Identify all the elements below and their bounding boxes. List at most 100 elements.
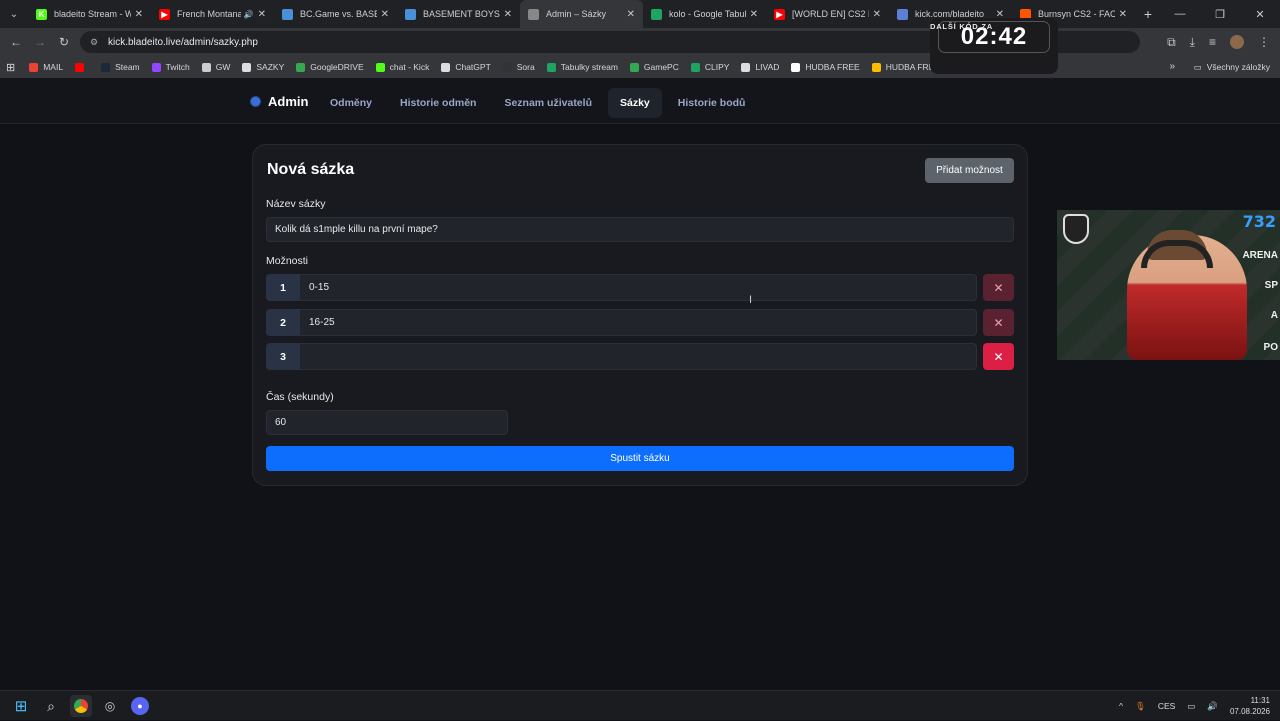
tab-close-icon[interactable]: ✕ bbox=[504, 9, 512, 20]
bookmark-label: Tabulky stream bbox=[560, 62, 618, 72]
option-input[interactable]: 16-25 bbox=[300, 309, 977, 336]
webcam-side-text: PO bbox=[1263, 342, 1278, 353]
tab-title: Admin – Sázky bbox=[546, 9, 607, 19]
taskbar-clock[interactable]: 11:31 07.08.2026 bbox=[1230, 695, 1270, 717]
network-icon[interactable]: ▭ bbox=[1187, 701, 1195, 712]
tab-search-chevron-icon[interactable]: ⌄ bbox=[0, 0, 28, 28]
nav-link[interactable]: Sázky bbox=[607, 88, 662, 118]
tab-favicon-icon bbox=[405, 8, 416, 20]
bookmark-item[interactable]: GW bbox=[201, 62, 231, 72]
bookmarks-overflow-icon[interactable]: » bbox=[1169, 56, 1175, 78]
profile-avatar[interactable] bbox=[1230, 35, 1244, 49]
new-tab-button[interactable]: + bbox=[1135, 6, 1161, 22]
browser-tab[interactable]: ▶ French Montana 🔊 ✕ bbox=[151, 0, 274, 28]
bookmark-item[interactable]: LIVAD bbox=[741, 62, 779, 72]
language-indicator[interactable]: CES bbox=[1158, 701, 1175, 711]
back-arrow-icon[interactable]: ← bbox=[4, 35, 28, 49]
bookmark-favicon-icon bbox=[690, 62, 700, 72]
bookmark-item[interactable]: CLIPY bbox=[690, 62, 729, 72]
all-bookmarks-folder[interactable]: ▭ Všechny záložky bbox=[1194, 56, 1270, 78]
reload-icon[interactable]: ↻ bbox=[52, 35, 76, 49]
close-window-icon[interactable]: ✕ bbox=[1240, 8, 1280, 21]
bet-name-input[interactable]: Kolik dá s1mple killu na první mape? bbox=[266, 217, 1014, 242]
nav-link[interactable]: Historie odměn bbox=[388, 88, 488, 118]
webcam-badge: 732 bbox=[1242, 212, 1276, 231]
download-icon[interactable]: ⤓ bbox=[1190, 35, 1195, 50]
option-input[interactable]: 0-15 bbox=[300, 274, 977, 301]
bookmark-item[interactable]: Twitch bbox=[151, 62, 190, 72]
bookmark-item[interactable]: GoogleDRIVE bbox=[296, 62, 364, 72]
bookmark-item[interactable]: Tabulky stream bbox=[546, 62, 618, 72]
bookmark-item[interactable]: Sora bbox=[502, 62, 535, 72]
card-title: Nová sázka bbox=[267, 161, 355, 178]
bookmark-label: HUDBA FREE bbox=[805, 62, 860, 72]
browser-tab[interactable]: kolo - Google Tabul ✕ bbox=[643, 0, 766, 28]
tray-chevron-icon[interactable]: ^ bbox=[1119, 701, 1123, 711]
bookmark-item[interactable]: ChatGPT bbox=[441, 62, 491, 72]
maximize-icon[interactable]: ❐ bbox=[1200, 8, 1240, 21]
nav-link[interactable]: Historie bodů bbox=[666, 88, 758, 118]
tab-title: French Montana bbox=[177, 9, 241, 19]
tab-close-icon[interactable]: ✕ bbox=[135, 9, 143, 20]
browser-tab-bar: ⌄ Kbladeito Stream - Wa ✕ ▶ French Montana 🔊… bbox=[0, 0, 1280, 28]
start-bet-button[interactable]: Spustit sázku bbox=[266, 446, 1014, 471]
browser-tab[interactable]: BC.Game vs. BASEME ✕ bbox=[274, 0, 397, 28]
microphone-icon[interactable]: 🎙 bbox=[1135, 701, 1146, 712]
search-icon[interactable]: ⌕ bbox=[42, 697, 60, 715]
minimize-icon[interactable]: — bbox=[1160, 8, 1200, 20]
windows-taskbar: ⊞ ⌕ ◎ ● ^ 🎙 CES ▭ 🔊 11:31 07.08.2026 bbox=[0, 690, 1280, 720]
tab-close-icon[interactable]: ✕ bbox=[1119, 9, 1127, 20]
option-row: 2 16-25 ✕ bbox=[266, 309, 1014, 336]
windows-start-icon[interactable]: ⊞ bbox=[12, 697, 30, 715]
site-info-icon[interactable]: ⚙ bbox=[90, 37, 100, 48]
app-taskbar-icon[interactable]: ◎ bbox=[101, 697, 119, 715]
bookmark-item[interactable]: GamePC bbox=[629, 62, 679, 72]
tab-close-icon[interactable]: ✕ bbox=[873, 9, 881, 20]
url-text: kick.bladeito.live/admin/sazky.php bbox=[108, 36, 258, 48]
tab-close-icon[interactable]: ✕ bbox=[381, 9, 389, 20]
chrome-taskbar-icon[interactable] bbox=[70, 695, 92, 717]
browser-tab[interactable]: Admin – Sázky ✕ bbox=[520, 0, 643, 28]
bookmark-favicon-icon bbox=[741, 62, 751, 72]
apps-grid-icon[interactable]: ⊞ bbox=[6, 61, 15, 74]
browser-tab[interactable]: Kbladeito Stream - Wa ✕ bbox=[28, 0, 151, 28]
remove-option-icon[interactable]: ✕ bbox=[983, 309, 1014, 336]
bookmark-item[interactable]: MAIL bbox=[29, 62, 63, 72]
tab-close-icon[interactable]: ✕ bbox=[750, 9, 758, 20]
tab-audio-icon[interactable]: 🔊 bbox=[244, 10, 254, 19]
bookmark-label: SAZKY bbox=[256, 62, 285, 72]
option-input[interactable] bbox=[300, 343, 977, 370]
time-seconds-input[interactable]: 60 bbox=[266, 410, 508, 435]
bookmark-favicon-icon bbox=[502, 62, 512, 72]
bookmark-favicon-icon bbox=[629, 62, 639, 72]
tab-title: BC.Game vs. BASEME bbox=[300, 9, 377, 19]
forward-arrow-icon[interactable]: → bbox=[28, 35, 52, 49]
remove-option-icon[interactable]: ✕ bbox=[983, 274, 1014, 301]
tab-close-icon[interactable]: ✕ bbox=[258, 9, 266, 20]
bookmark-favicon-icon bbox=[242, 62, 252, 72]
nav-link[interactable]: Odměny bbox=[318, 88, 384, 118]
bookmark-item[interactable]: SAZKY bbox=[242, 62, 284, 72]
admin-navbar: Admin Odměny Historie odměn Seznam uživate… bbox=[0, 78, 1280, 124]
bookmark-item[interactable]: chat - Kick bbox=[375, 62, 429, 72]
bookmark-favicon-icon bbox=[201, 62, 211, 72]
bookmark-item[interactable]: Steam bbox=[101, 62, 140, 72]
nav-link[interactable]: Seznam uživatelů bbox=[492, 88, 604, 118]
browser-tab[interactable]: BASEMENT BOYS tea ✕ bbox=[397, 0, 520, 28]
toolbar-icons: ⧉ ⤓ ≡ ⋮ bbox=[1167, 28, 1270, 56]
brand[interactable]: Admin bbox=[251, 94, 308, 109]
remove-option-icon[interactable]: ✕ bbox=[983, 343, 1014, 370]
tab-close-icon[interactable]: ✕ bbox=[627, 9, 635, 20]
media-icon[interactable]: ≡ bbox=[1209, 35, 1216, 49]
discord-taskbar-icon[interactable]: ● bbox=[131, 697, 149, 715]
bookmark-item[interactable]: HUDBA FREE bbox=[791, 62, 860, 72]
bookmark-label: GW bbox=[215, 62, 231, 72]
browser-menu-icon[interactable]: ⋮ bbox=[1258, 35, 1270, 49]
bookmark-item[interactable] bbox=[75, 62, 89, 72]
extensions-icon[interactable]: ⧉ bbox=[1167, 35, 1176, 50]
tab-favicon-icon bbox=[897, 8, 908, 20]
add-option-button[interactable]: Přidat možnost bbox=[925, 158, 1014, 183]
volume-icon[interactable]: 🔊 bbox=[1207, 701, 1218, 712]
browser-tab[interactable]: ▶ [WORLD EN] CS2 LCO ✕ bbox=[766, 0, 889, 28]
option-number: 3 bbox=[266, 343, 300, 370]
